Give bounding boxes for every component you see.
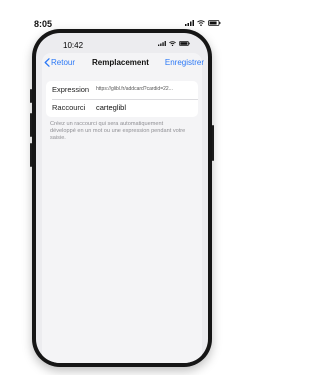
status-time: 10:42: [63, 41, 84, 50]
navigation-bar: Retour Remplacement Enregistrer: [42, 53, 204, 75]
wifi-icon: [197, 20, 205, 26]
status-icons: [158, 41, 190, 46]
shortcut-label: Raccourci: [52, 103, 86, 112]
action-button: [30, 89, 32, 103]
expression-label: Expression: [52, 85, 90, 94]
volume-down-button: [30, 143, 32, 167]
phone-screen: 10:42 Retour Remplacement Enregistrer Ex…: [36, 33, 208, 363]
help-text: Créez un raccourci qui sera automatiquem…: [50, 121, 186, 141]
page-title: Remplacement: [92, 58, 149, 67]
status-bar: 10:42: [36, 33, 208, 51]
battery-icon: [208, 20, 221, 26]
replacement-form: Expression https://glibl.fr/addcard?card…: [46, 81, 198, 117]
back-label: Retour: [51, 58, 76, 67]
text-replacement-sheet: Retour Remplacement Enregistrer Expressi…: [42, 53, 204, 363]
wifi-icon: [169, 41, 176, 46]
outer-status-time: 8:05: [34, 19, 53, 29]
shortcut-row[interactable]: Raccourci carteglibl: [46, 99, 198, 117]
expression-row[interactable]: Expression https://glibl.fr/addcard?card…: [46, 81, 198, 100]
expression-field[interactable]: https://glibl.fr/addcard?cardid=22...: [96, 86, 196, 92]
back-button[interactable]: Retour: [44, 58, 75, 67]
save-button[interactable]: Enregistrer: [165, 58, 204, 67]
signal-icon: [185, 20, 194, 26]
outer-status-icons: [185, 20, 221, 26]
volume-up-button: [30, 113, 32, 137]
signal-icon: [158, 41, 166, 46]
battery-icon: [179, 41, 190, 46]
chevron-left-icon: [44, 58, 50, 67]
shortcut-field[interactable]: carteglibl: [96, 103, 196, 112]
power-button: [212, 125, 214, 161]
